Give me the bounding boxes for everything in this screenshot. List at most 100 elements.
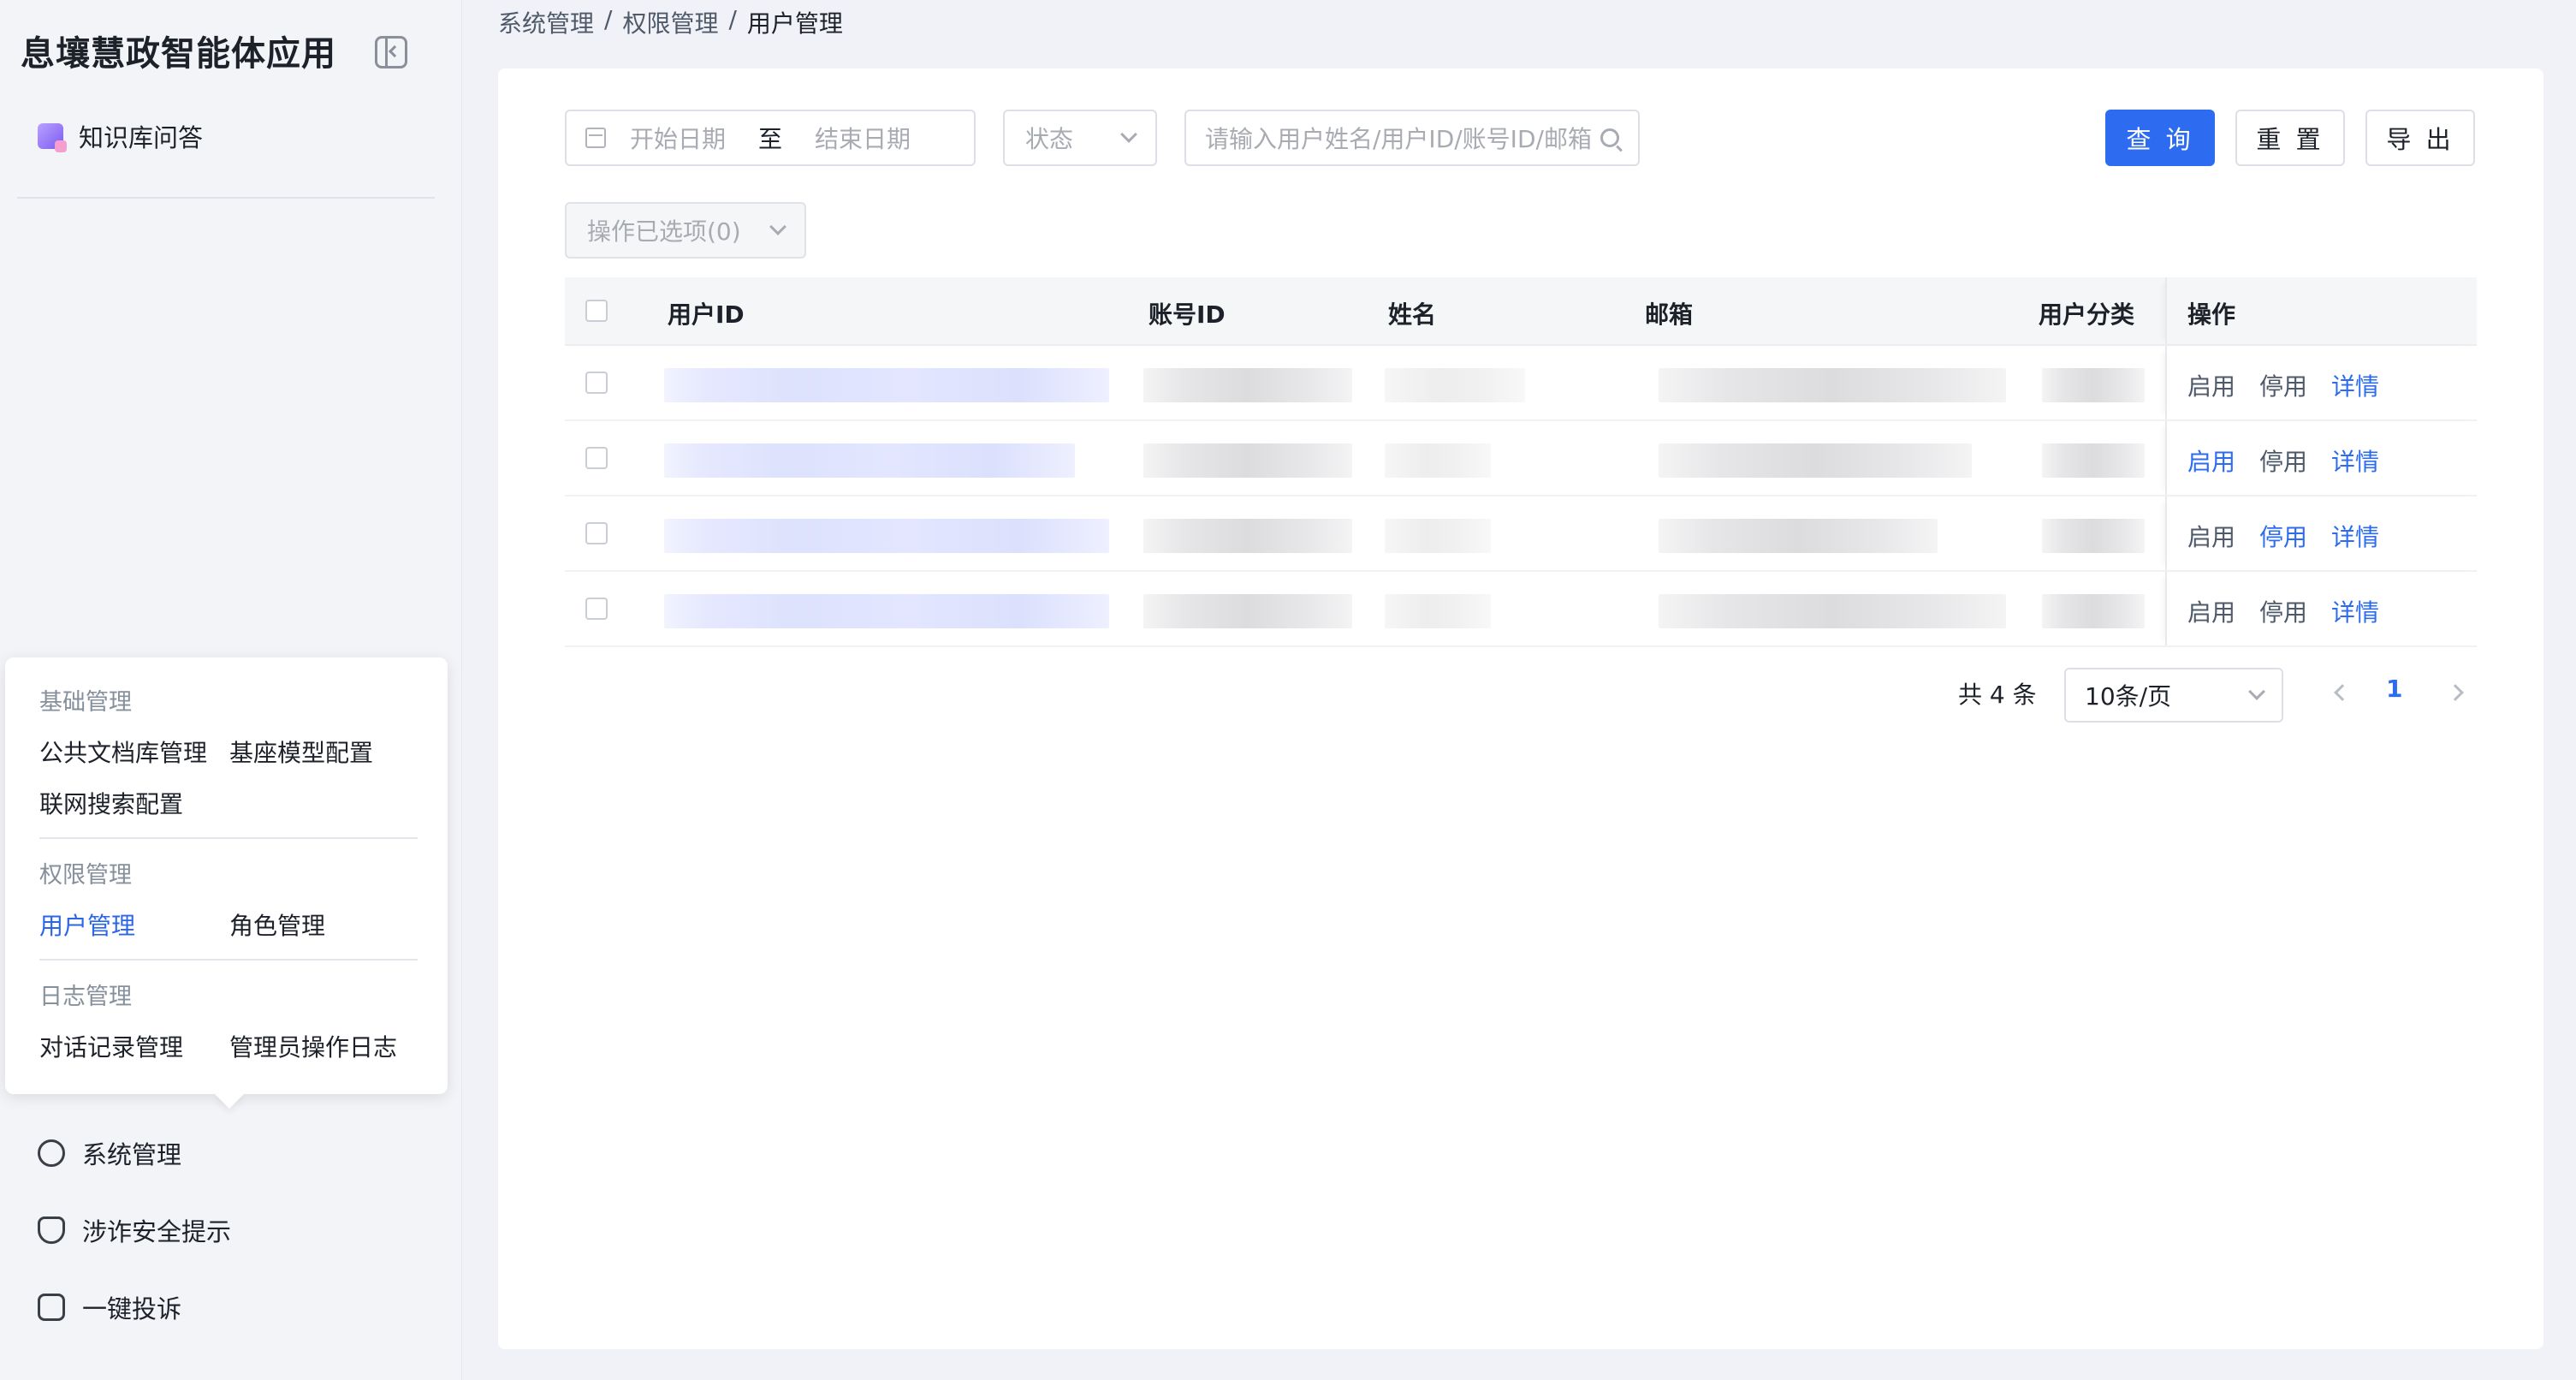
detail-action[interactable]: 详情 — [2331, 443, 2379, 478]
redacted-account-id — [1143, 519, 1352, 553]
disable-action[interactable]: 停用 — [2259, 443, 2307, 478]
redacted-user-category — [2042, 519, 2145, 553]
redacted-user-category — [2042, 368, 2145, 402]
column-header-name: 姓名 — [1388, 300, 1437, 329]
row-actions: 启用 停用 详情 — [2165, 497, 2477, 570]
redacted-email — [1659, 368, 2006, 402]
menu-item-public-docs[interactable]: 公共文档库管理 — [39, 735, 207, 769]
sidebar-divider — [17, 197, 435, 199]
end-date-input[interactable]: 结束日期 — [815, 121, 911, 155]
operations-column-header: 操作 — [2165, 277, 2477, 344]
prev-page-icon[interactable] — [2334, 684, 2351, 701]
group-title-basic: 基础管理 — [39, 689, 132, 716]
sidebar-item-fraud-warning[interactable]: 涉诈安全提示 — [38, 1212, 231, 1248]
redacted-name — [1385, 594, 1491, 628]
table-header: 用户ID 账号ID 姓名 邮箱 用户分类 操作 — [565, 277, 2477, 346]
range-separator: 至 — [758, 125, 783, 153]
row-actions: 启用 停用 详情 — [2165, 346, 2477, 419]
search-input[interactable]: 请输入用户姓名/用户ID/账号ID/邮箱 — [1184, 110, 1640, 166]
date-range-picker[interactable]: 开始日期 至 结束日期 — [565, 110, 976, 166]
sidebar-item-label: 一键投诉 — [82, 1294, 182, 1323]
table-row: 启用 停用 详情 — [565, 572, 2477, 647]
breadcrumb-separator: / — [728, 5, 737, 33]
search-placeholder: 请输入用户姓名/用户ID/账号ID/邮箱 — [1205, 125, 1592, 153]
chevron-down-icon — [1120, 126, 1137, 143]
select-all-checkbox[interactable] — [585, 300, 608, 322]
page-number-current[interactable]: 1 — [2386, 675, 2402, 703]
breadcrumb-item-system[interactable]: 系统管理 — [498, 5, 594, 39]
status-select[interactable]: 状态 — [1003, 110, 1157, 166]
menu-item-admin-logs[interactable]: 管理员操作日志 — [229, 1029, 397, 1063]
next-page-icon[interactable] — [2447, 684, 2464, 701]
sidebar-item-complaint[interactable]: 一键投诉 — [38, 1289, 181, 1325]
column-header-user-category: 用户分类 — [2039, 300, 2135, 329]
sidebar-collapse-icon[interactable] — [375, 36, 407, 68]
sidebar-item-system-management[interactable]: 系统管理 — [38, 1135, 181, 1171]
reset-button[interactable]: 重 置 — [2235, 110, 2345, 166]
row-checkbox[interactable] — [585, 447, 608, 469]
app-title: 息壤慧政智能体应用 — [21, 34, 336, 74]
redacted-user-id — [664, 443, 1075, 478]
row-checkbox[interactable] — [585, 522, 608, 544]
disable-action[interactable]: 停用 — [2259, 368, 2307, 402]
breadcrumb-item-permission[interactable]: 权限管理 — [622, 5, 718, 39]
table-row: 启用 停用 详情 — [565, 346, 2477, 421]
pagination-total: 共 4 条 — [1958, 681, 2037, 709]
breadcrumb-separator: / — [604, 5, 613, 33]
disable-action[interactable]: 停用 — [2259, 519, 2307, 553]
redacted-user-id — [664, 594, 1109, 628]
redacted-user-category — [2042, 594, 2145, 628]
menu-item-role-management[interactable]: 角色管理 — [229, 907, 325, 942]
row-checkbox[interactable] — [585, 372, 608, 394]
group-title-permission: 权限管理 — [39, 862, 132, 889]
shield-icon — [38, 1216, 65, 1244]
page-size-value: 10条/页 — [2085, 682, 2172, 711]
sidebar-item-label: 涉诈安全提示 — [82, 1217, 232, 1246]
sidebar-item-label: 知识库问答 — [79, 123, 204, 152]
status-select-placeholder: 状态 — [1025, 125, 1074, 153]
detail-action[interactable]: 详情 — [2331, 519, 2379, 553]
redacted-user-category — [2042, 443, 2145, 478]
detail-action[interactable]: 详情 — [2331, 368, 2379, 402]
disable-action[interactable]: 停用 — [2259, 594, 2307, 628]
system-management-popup: 基础管理 公共文档库管理 基座模型配置 联网搜索配置 权限管理 用户管理 角色管… — [5, 657, 448, 1094]
enable-action[interactable]: 启用 — [2187, 519, 2235, 553]
query-button[interactable]: 查 询 — [2105, 110, 2215, 166]
breadcrumb-item-current: 用户管理 — [746, 9, 843, 38]
detail-action[interactable]: 详情 — [2331, 594, 2379, 628]
redacted-email — [1659, 519, 1938, 553]
redacted-account-id — [1143, 443, 1352, 478]
start-date-input[interactable]: 开始日期 — [630, 121, 726, 155]
redacted-user-id — [664, 368, 1109, 402]
row-checkbox[interactable] — [585, 598, 608, 620]
export-button[interactable]: 导 出 — [2365, 110, 2475, 166]
sidebar: 息壤慧政智能体应用 知识库问答 基础管理 公共文档库管理 基座模型配置 联网搜索… — [0, 0, 462, 1380]
redacted-email — [1659, 443, 1972, 478]
search-icon[interactable] — [1600, 128, 1619, 147]
column-header-email: 邮箱 — [1645, 300, 1694, 329]
redacted-email — [1659, 594, 2006, 628]
group-title-log: 日志管理 — [39, 984, 132, 1010]
enable-action[interactable]: 启用 — [2187, 443, 2235, 478]
knowledge-base-icon — [38, 123, 67, 152]
menu-item-user-management[interactable]: 用户管理 — [39, 907, 135, 942]
enable-action[interactable]: 启用 — [2187, 368, 2235, 402]
redacted-name — [1385, 519, 1491, 553]
batch-action-select[interactable]: 操作已选项(0) — [565, 202, 806, 259]
row-actions: 启用 停用 详情 — [2165, 421, 2477, 495]
popup-divider — [39, 837, 418, 839]
chevron-down-icon — [2248, 683, 2265, 700]
user-settings-icon — [38, 1139, 65, 1167]
menu-item-base-model[interactable]: 基座模型配置 — [229, 735, 373, 769]
column-header-account-id: 账号ID — [1149, 300, 1226, 329]
menu-item-web-search[interactable]: 联网搜索配置 — [39, 786, 183, 820]
breadcrumb: 系统管理 / 权限管理 / 用户管理 — [498, 5, 843, 39]
popup-divider — [39, 959, 418, 961]
enable-action[interactable]: 启用 — [2187, 594, 2235, 628]
page-size-select[interactable]: 10条/页 — [2064, 668, 2283, 723]
sidebar-item-knowledge-qa[interactable]: 知识库问答 — [38, 118, 203, 154]
sidebar-item-label: 系统管理 — [82, 1140, 182, 1169]
redacted-account-id — [1143, 594, 1352, 628]
menu-item-chat-records[interactable]: 对话记录管理 — [39, 1029, 183, 1063]
column-header-operations: 操作 — [2187, 300, 2236, 329]
